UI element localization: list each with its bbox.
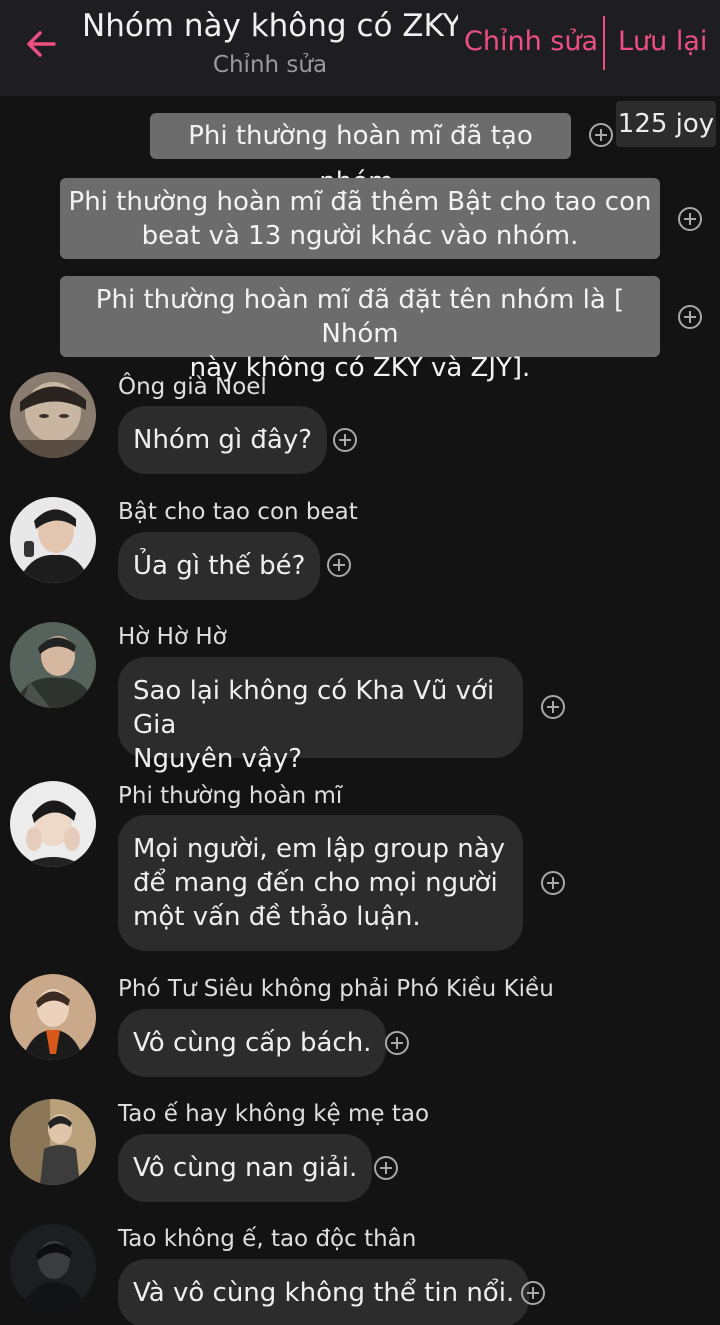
system-message-text: Phi thường hoàn mĩ đã thêm Bật cho tao c…: [68, 187, 652, 251]
add-reaction-icon[interactable]: [326, 552, 352, 578]
back-arrow-icon[interactable]: [22, 24, 62, 64]
message-bubble[interactable]: Mọi người, em lập group này để mang đến …: [118, 815, 523, 951]
message-bubble[interactable]: Vô cùng cấp bách.: [118, 1009, 387, 1077]
system-message: Phi thường hoàn mĩ đã tạo nhóm.: [150, 113, 571, 197]
avatar[interactable]: [10, 1224, 96, 1310]
sender-name: Hờ Hờ Hờ: [118, 624, 227, 650]
sender-name: Phó Tư Siêu không phải Phó Kiều Kiều: [118, 976, 554, 1002]
avatar[interactable]: [10, 781, 96, 867]
avatar[interactable]: [10, 622, 96, 708]
message-bubble[interactable]: Và vô cùng không thể tin nổi.: [118, 1259, 530, 1325]
save-button[interactable]: Lưu lại: [618, 26, 707, 57]
edit-button[interactable]: Chỉnh sửa: [464, 26, 598, 57]
message-bubble[interactable]: Sao lại không có Kha Vũ với Gia Nguyên v…: [118, 657, 523, 774]
sender-name: Bật cho tao con beat: [118, 499, 358, 525]
message-bubble[interactable]: Nhóm gì đây?: [118, 406, 328, 474]
joy-counter-badge: 125 joy: [616, 101, 716, 147]
add-reaction-icon[interactable]: [540, 694, 566, 720]
sender-name: Ông già Noel: [118, 374, 267, 400]
system-message-text: Phi thường hoàn mĩ đã đặt tên nhóm là [ …: [95, 285, 625, 383]
system-message: Phi thường hoàn mĩ đã thêm Bật cho tao c…: [60, 178, 660, 259]
group-title[interactable]: Nhóm này không có ZKY...: [82, 8, 458, 44]
add-reaction-icon[interactable]: [677, 304, 703, 330]
add-reaction-icon[interactable]: [384, 1030, 410, 1056]
add-reaction-icon[interactable]: [373, 1155, 399, 1181]
avatar[interactable]: [10, 1099, 96, 1185]
message-bubble[interactable]: Vô cùng nan giải.: [118, 1134, 373, 1202]
system-message: Phi thường hoàn mĩ đã đặt tên nhóm là [ …: [60, 276, 660, 383]
group-subtitle[interactable]: Chỉnh sửa: [82, 52, 458, 78]
add-reaction-icon[interactable]: [520, 1280, 546, 1306]
avatar[interactable]: [10, 372, 96, 458]
sender-name: Phi thường hoàn mĩ: [118, 783, 343, 809]
sender-name: Tao không ế, tao độc thân: [118, 1226, 417, 1252]
add-reaction-icon[interactable]: [677, 206, 703, 232]
header-divider: [603, 16, 605, 70]
avatar[interactable]: [10, 497, 96, 583]
add-reaction-icon[interactable]: [540, 870, 566, 896]
avatar[interactable]: [10, 974, 96, 1060]
sender-name: Tao ế hay không kệ mẹ tao: [118, 1101, 430, 1127]
add-reaction-icon[interactable]: [588, 122, 614, 148]
chat-header: Nhóm này không có ZKY... Chỉnh sửa Chỉnh…: [0, 0, 720, 96]
add-reaction-icon[interactable]: [332, 427, 358, 453]
message-bubble[interactable]: Ủa gì thế bé?: [118, 532, 321, 600]
